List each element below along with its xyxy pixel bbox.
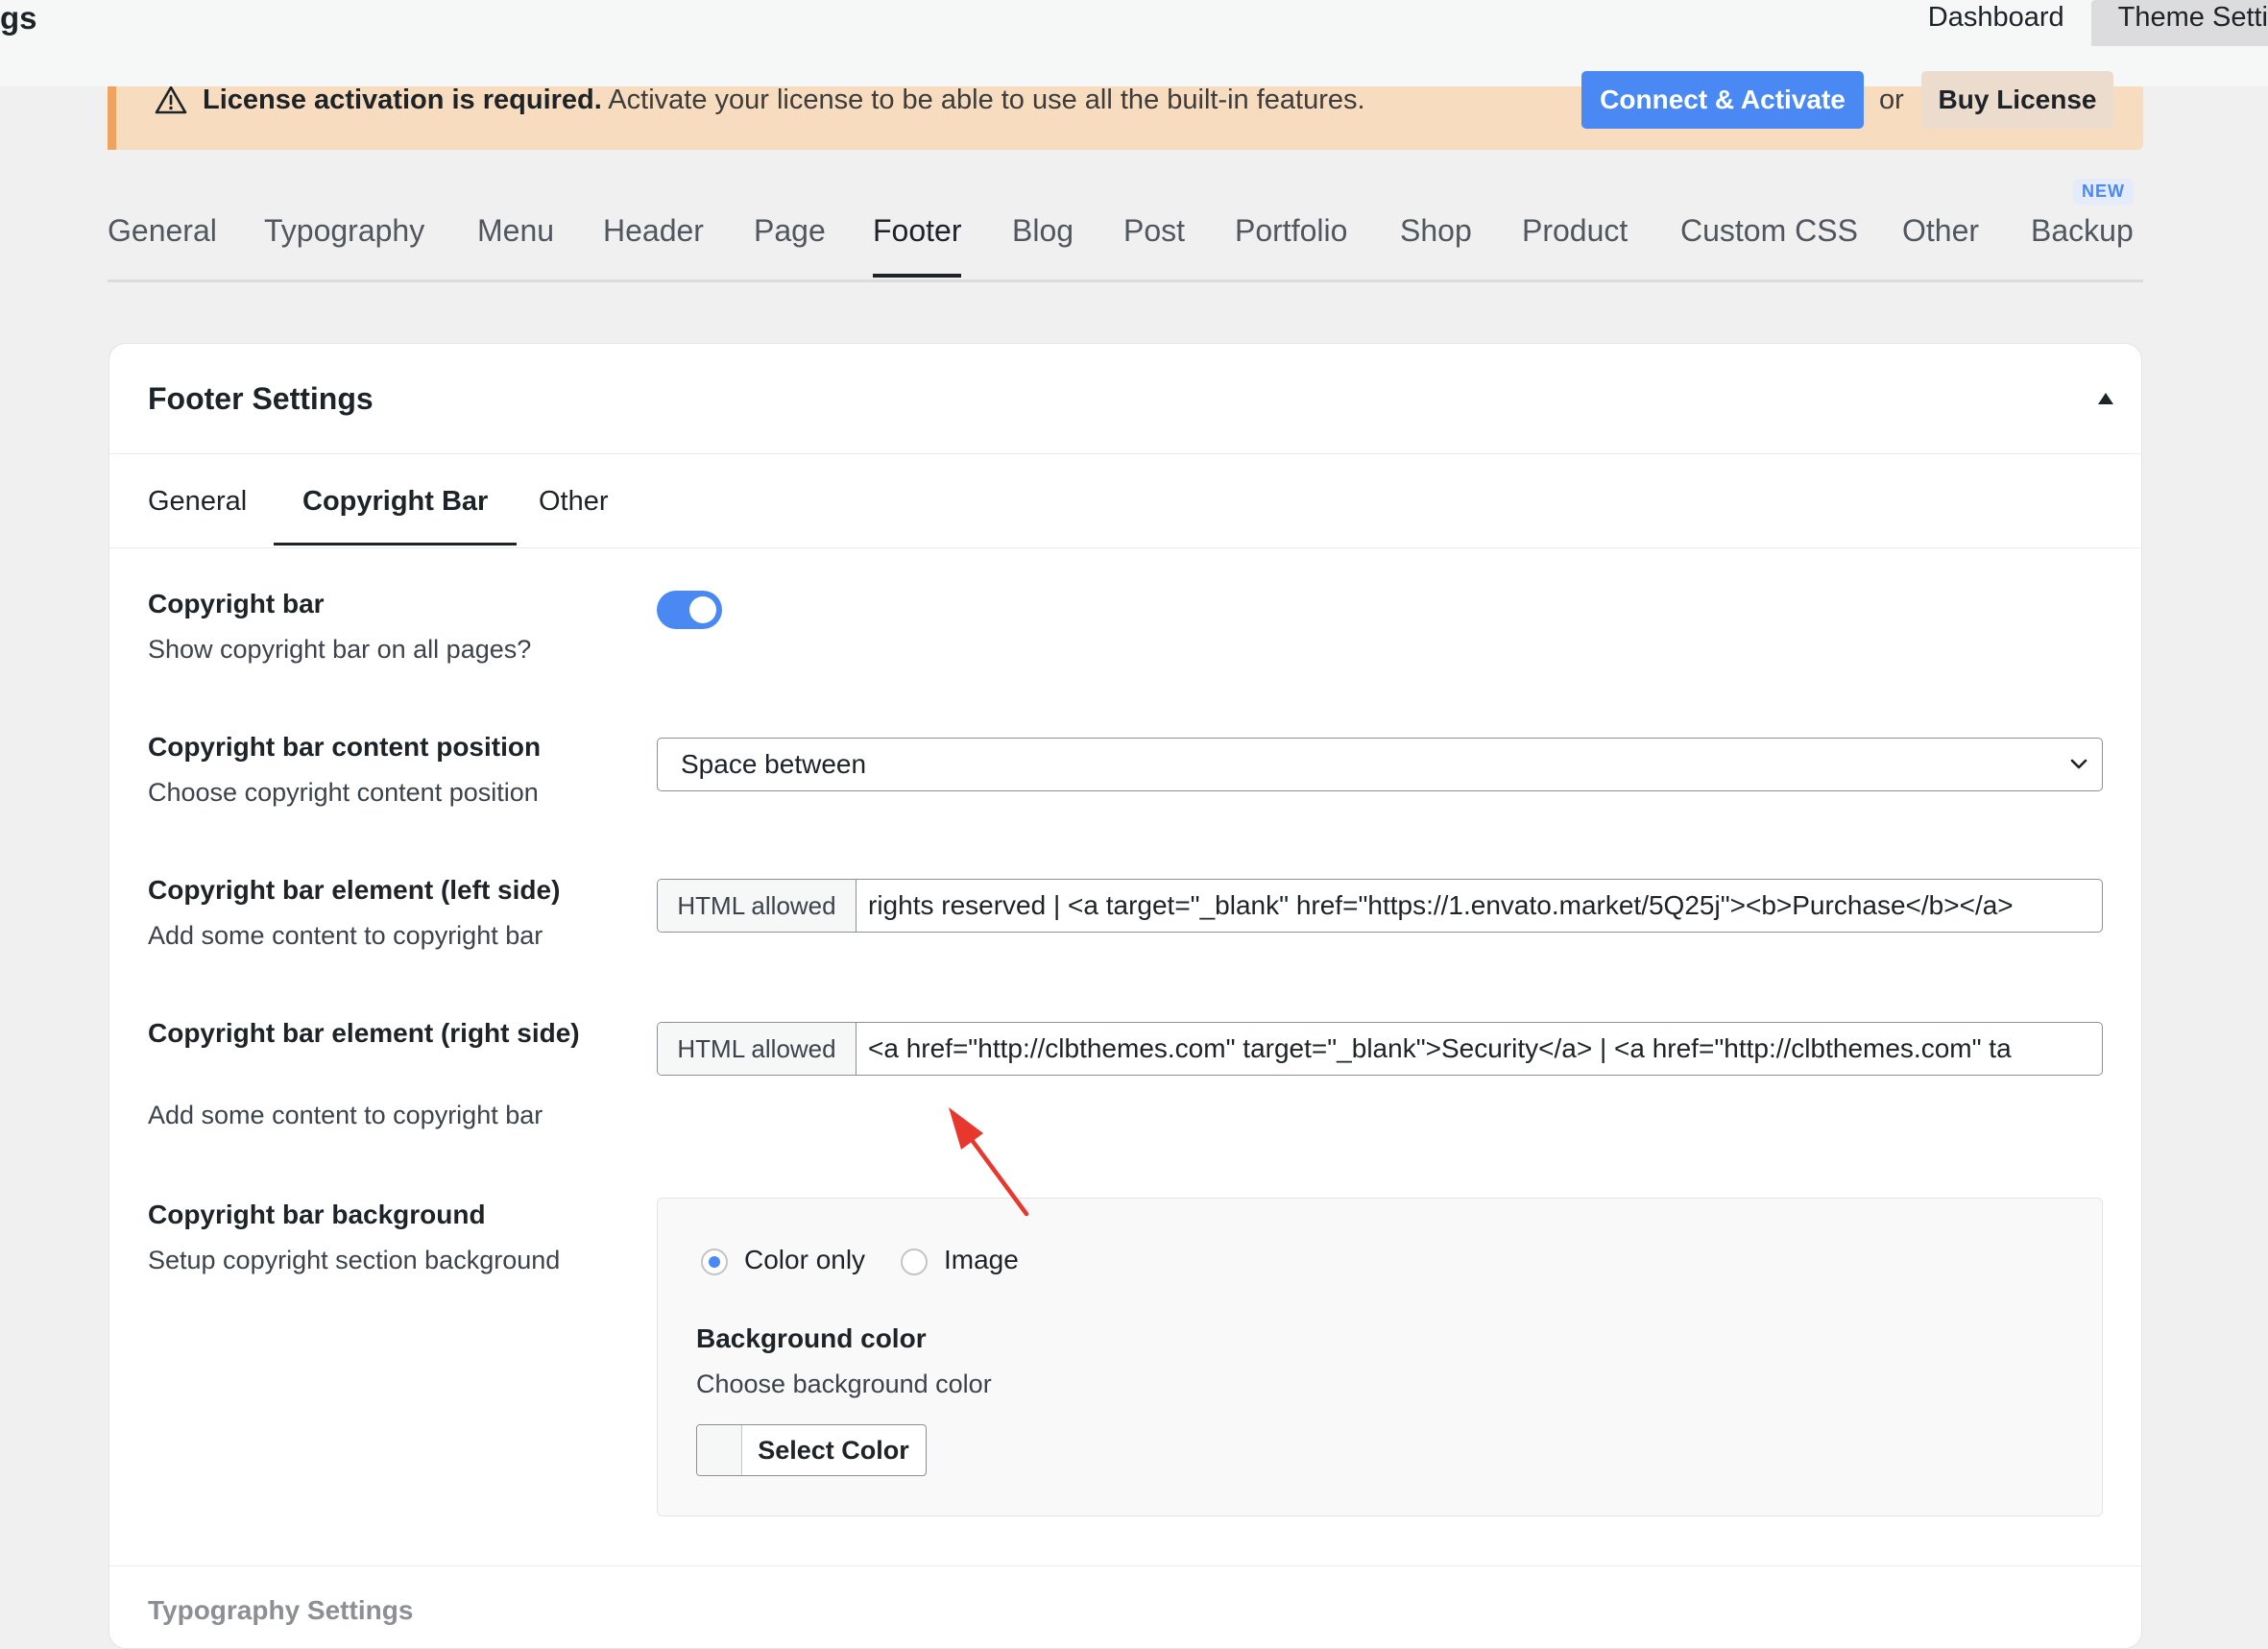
right-element-label: Copyright bar element (right side) <box>148 1018 580 1048</box>
select-color-button[interactable]: Select Color <box>696 1424 927 1476</box>
notice-body: Activate your license to be able to use … <box>608 85 1365 115</box>
copyright-bar-desc: Show copyright bar on all pages? <box>148 635 532 664</box>
select-color-label: Select Color <box>758 1436 909 1465</box>
card-header: Footer Settings <box>109 344 2141 454</box>
background-color-label: Background color <box>696 1323 927 1353</box>
new-badge: NEW <box>2073 179 2134 205</box>
top-tab-theme-settings[interactable]: Theme Setti <box>2090 0 2268 46</box>
left-element-input-group: HTML allowed rights reserved | <a target… <box>657 879 2103 933</box>
tab-page[interactable]: Page <box>754 213 826 274</box>
tab-portfolio[interactable]: Portfolio <box>1235 213 1347 274</box>
right-element-desc: Add some content to copyright bar <box>148 1101 543 1129</box>
chevron-down-icon <box>2070 759 2087 769</box>
typography-settings-heading[interactable]: Typography Settings <box>148 1595 413 1626</box>
tab-other[interactable]: Other <box>1902 213 1979 274</box>
sub-tab-copyright-bar[interactable]: Copyright Bar <box>274 486 518 546</box>
color-only-radio[interactable] <box>701 1249 728 1275</box>
tab-product[interactable]: Product <box>1522 213 1628 274</box>
left-element-desc: Add some content to copyright bar <box>148 921 543 950</box>
buy-license-button[interactable]: Buy License <box>1921 71 2113 129</box>
footer-settings-card: Footer Settings General Copyright Bar Ot… <box>109 343 2142 1649</box>
top-nav-tabs: Dashboard Theme Setti <box>1901 0 2268 46</box>
background-color-desc: Choose background color <box>696 1370 992 1398</box>
sub-tab-other[interactable]: Other <box>539 486 609 543</box>
position-select[interactable]: Space between <box>657 738 2103 791</box>
tab-backup[interactable]: Backup <box>2031 213 2134 274</box>
html-allowed-prefix: HTML allowed <box>658 880 857 932</box>
notice-bold: License activation is required. <box>203 85 602 115</box>
sub-tab-general[interactable]: General <box>148 486 247 543</box>
warning-icon <box>155 85 187 114</box>
card-title: Footer Settings <box>148 381 374 416</box>
background-desc: Setup copyright section background <box>148 1246 561 1274</box>
left-element-value: rights reserved | <a target="_blank" hre… <box>868 890 2014 920</box>
html-allowed-prefix: HTML allowed <box>658 1023 857 1075</box>
connect-activate-button[interactable]: Connect & Activate <box>1581 71 1864 129</box>
page-title: gs <box>0 0 37 36</box>
tab-general[interactable]: General <box>108 213 217 274</box>
collapse-triangle-icon[interactable] <box>2097 392 2114 405</box>
color-only-label[interactable]: Color only <box>744 1245 865 1275</box>
right-element-input[interactable]: <a href="http://clbthemes.com" target="_… <box>857 1023 2095 1075</box>
background-label: Copyright bar background <box>148 1200 486 1229</box>
copyright-bar-toggle[interactable] <box>657 591 722 629</box>
tab-blog[interactable]: Blog <box>1012 213 1074 274</box>
position-label: Copyright bar content position <box>148 732 542 762</box>
tab-custom-css[interactable]: Custom CSS <box>1680 213 1858 274</box>
tab-typography[interactable]: Typography <box>264 213 424 274</box>
color-swatch <box>697 1425 742 1475</box>
settings-tabs: General Typography Menu Header Page Foot… <box>108 179 2143 282</box>
copyright-bar-label: Copyright bar <box>148 589 325 618</box>
top-tab-dashboard[interactable]: Dashboard <box>1901 0 2091 46</box>
footer-sub-tabs: General Copyright Bar Other <box>109 453 2141 548</box>
position-desc: Choose copyright content position <box>148 778 539 807</box>
tab-shop[interactable]: Shop <box>1400 213 1472 274</box>
right-element-input-group: HTML allowed <a href="http://clbthemes.c… <box>657 1022 2103 1076</box>
position-select-value: Space between <box>681 749 867 779</box>
tab-header[interactable]: Header <box>603 213 704 274</box>
section-divider <box>109 1565 2141 1566</box>
tab-post[interactable]: Post <box>1123 213 1185 274</box>
notice-message: License activation is required. Activate… <box>203 85 1365 116</box>
image-radio[interactable] <box>901 1249 928 1275</box>
left-element-input[interactable]: rights reserved | <a target="_blank" hre… <box>857 880 2095 932</box>
background-panel: Color only Image Background color Choose… <box>657 1198 2103 1516</box>
image-label[interactable]: Image <box>944 1245 1019 1275</box>
tab-menu[interactable]: Menu <box>477 213 554 274</box>
toggle-knob <box>689 596 716 623</box>
or-label: or <box>1879 85 1904 115</box>
left-element-label: Copyright bar element (left side) <box>148 875 561 905</box>
tab-footer[interactable]: Footer <box>873 213 962 278</box>
